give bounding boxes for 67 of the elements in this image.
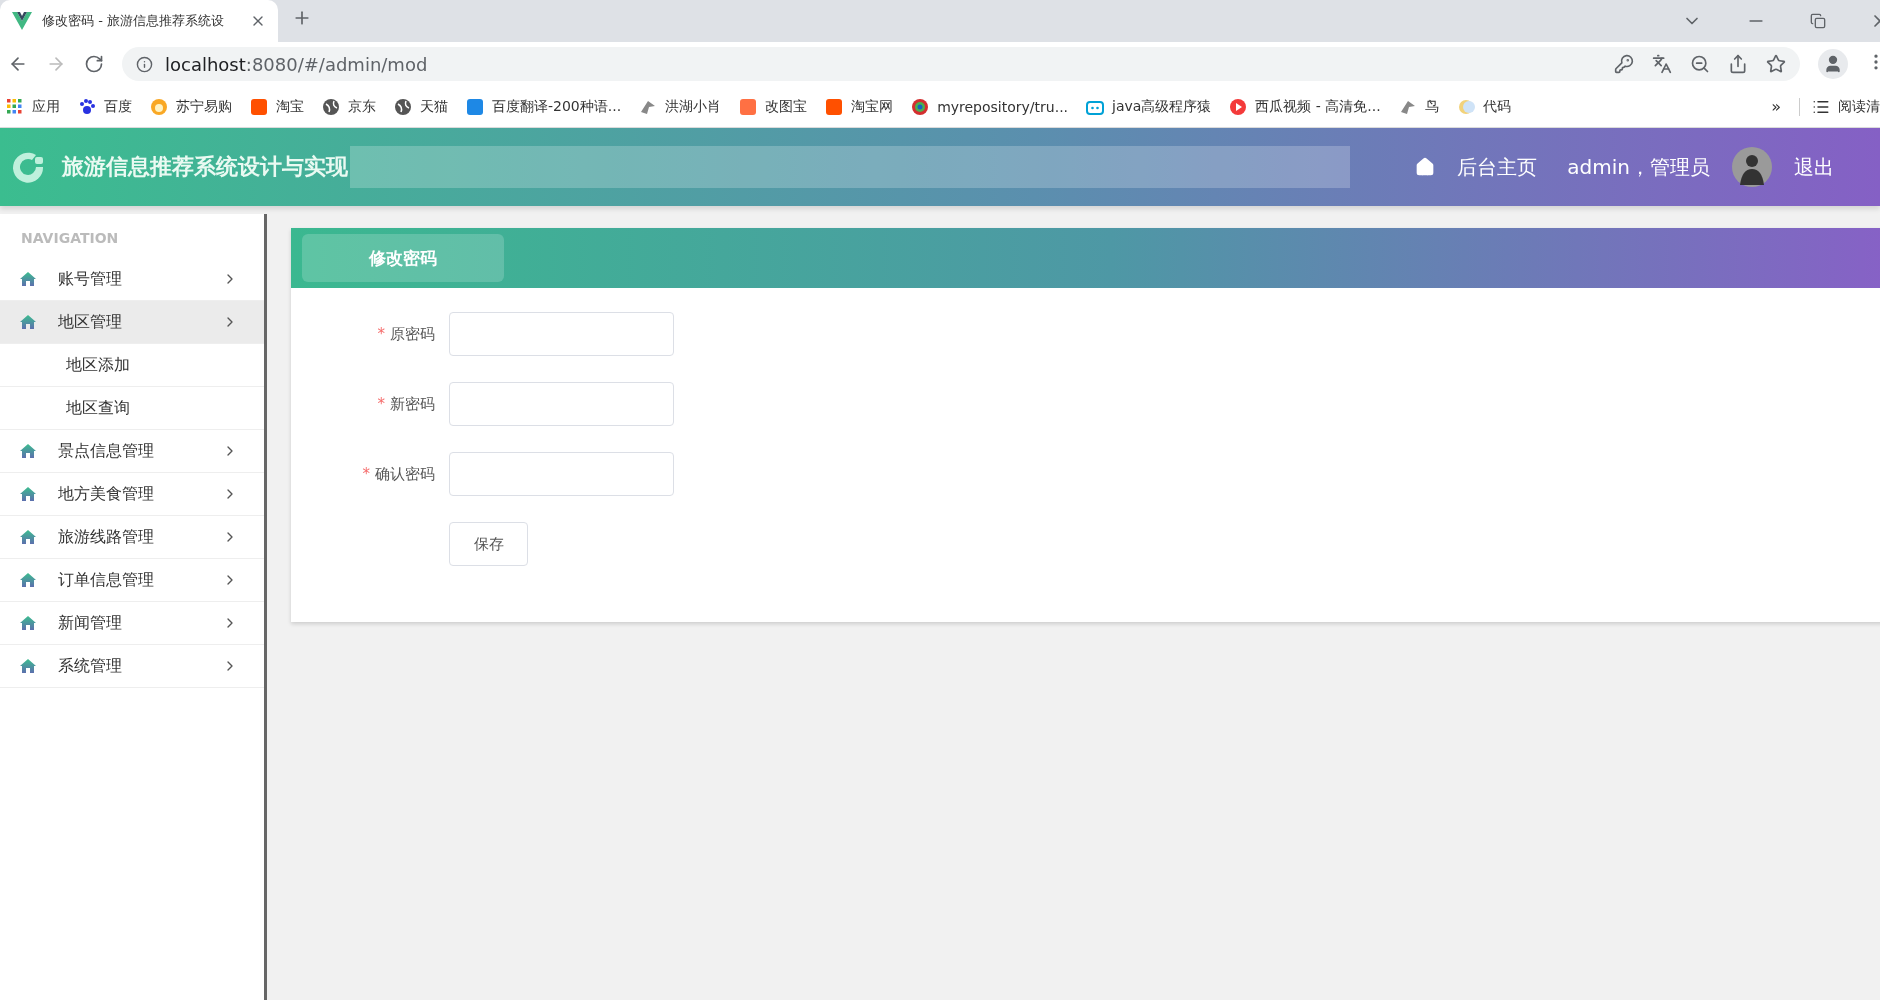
- bookmark[interactable]: 京东: [322, 97, 376, 116]
- app-title: 旅游信息推荐系统设计与实现: [62, 153, 348, 181]
- url-text: localhost:8080/#/admin/mod: [165, 53, 428, 75]
- bookmark[interactable]: myrepository/tru...: [911, 97, 1069, 116]
- bookmark-tile-icon: [739, 97, 758, 116]
- home-icon: [20, 573, 36, 587]
- avatar-icon: [1732, 147, 1772, 187]
- bookmark-tag-icon: [250, 97, 268, 116]
- profile-icon[interactable]: [1818, 49, 1848, 79]
- field-label: * 确认密码: [362, 464, 435, 484]
- v-logo-icon: [12, 12, 32, 30]
- bookmark[interactable]: 百度: [78, 97, 132, 116]
- home-icon[interactable]: [1415, 157, 1436, 177]
- bookmark[interactable]: 洪湖小肖: [639, 97, 722, 116]
- home-icon: [20, 659, 36, 673]
- bookmark-paw-icon: [78, 97, 96, 116]
- home-icon: [20, 530, 36, 544]
- bookmark-sun-icon: [150, 97, 168, 116]
- home-icon: [20, 315, 36, 329]
- home-icon: [20, 616, 36, 630]
- field-label: * 新密码: [377, 394, 435, 414]
- bookmark[interactable]: 鸟: [1398, 97, 1439, 116]
- bookmark[interactable]: 应用: [6, 97, 60, 116]
- bookmark[interactable]: 西瓜视频 - 高清免...: [1229, 97, 1381, 116]
- bookmark-globe-icon: [394, 97, 412, 116]
- field-label: * 原密码: [377, 324, 435, 344]
- password-field[interactable]: [449, 382, 674, 426]
- user-menu[interactable]: admin，管理员: [1567, 153, 1710, 181]
- zoom-out-icon[interactable]: [1690, 54, 1710, 74]
- bookmark-square-icon: [466, 97, 484, 116]
- sidebar-heading: NAVIGATION: [20, 230, 120, 248]
- bookmark[interactable]: 代码: [1456, 97, 1511, 116]
- address-bar[interactable]: localhost:8080/#/admin/mod: [122, 47, 1800, 81]
- save-button[interactable]: 保存: [449, 522, 528, 566]
- bookmark[interactable]: 苏宁易购: [150, 97, 232, 116]
- home-link[interactable]: 后台主页: [1457, 153, 1538, 181]
- bookmark[interactable]: 淘宝: [250, 97, 304, 116]
- password-field[interactable]: [449, 312, 674, 356]
- star-icon[interactable]: [1766, 54, 1786, 74]
- browser-tab[interactable]: 修改密码 - 旅游信息推荐系统设: [0, 0, 278, 42]
- key-icon[interactable]: [1614, 54, 1634, 74]
- tab-title: 修改密码 - 旅游信息推荐系统设: [42, 12, 225, 30]
- share-icon[interactable]: [1728, 54, 1748, 74]
- bookmark-tag-icon: [825, 97, 844, 116]
- home-icon: [20, 272, 36, 286]
- translate-icon[interactable]: [1652, 54, 1672, 74]
- bookmark[interactable]: 百度翻译-200种语...: [466, 97, 622, 116]
- info-icon: [136, 55, 153, 73]
- bookmark-apps-icon: [6, 97, 24, 116]
- bookmark-globe-icon: [322, 97, 340, 116]
- password-field[interactable]: [449, 452, 674, 496]
- bookmark-play-icon: [1229, 97, 1248, 116]
- bookmark[interactable]: 天猫: [394, 97, 448, 116]
- sidebar-item[interactable]: 地区管理: [0, 301, 264, 344]
- restore-icon[interactable]: [1810, 13, 1826, 29]
- more-bookmarks[interactable]: »: [1771, 97, 1781, 116]
- sidebar-subitem[interactable]: 地区添加: [0, 344, 264, 387]
- home-icon: [20, 487, 36, 501]
- logout-link[interactable]: 退出: [1794, 153, 1834, 181]
- reading-list[interactable]: 阅读清: [1799, 97, 1880, 116]
- bookmark[interactable]: java高级程序猿: [1086, 97, 1212, 116]
- bookmark-ring-icon: [911, 97, 930, 116]
- bookmark[interactable]: 改图宝: [739, 97, 808, 116]
- home-icon: [20, 444, 36, 458]
- reload-icon[interactable]: [84, 54, 104, 74]
- bookmark-moon-icon: [1456, 97, 1475, 116]
- bookmark[interactable]: 淘宝网: [825, 97, 894, 116]
